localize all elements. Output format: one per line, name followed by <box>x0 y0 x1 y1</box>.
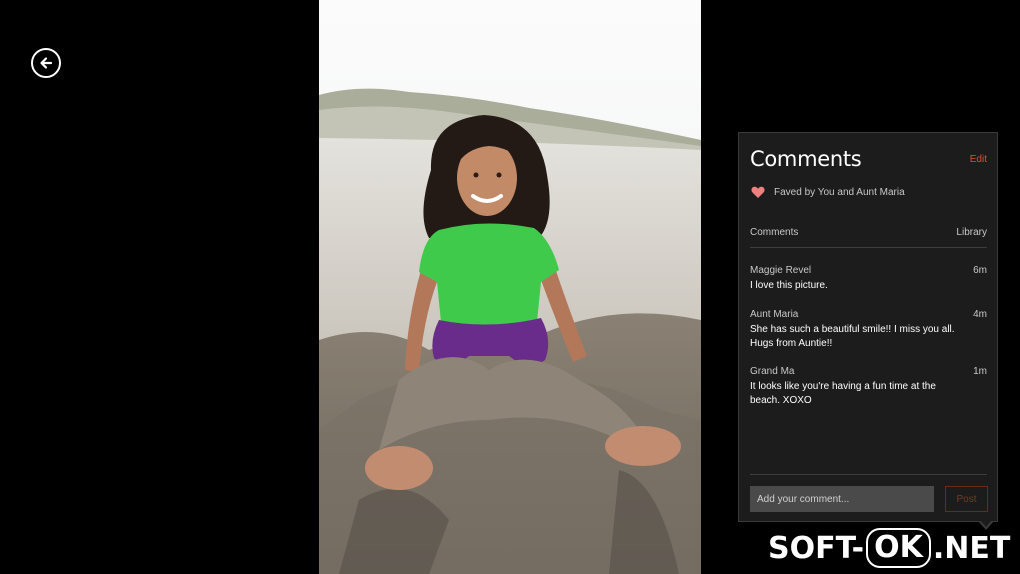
comment-author: Maggie Revel <box>750 265 812 276</box>
tab-comments[interactable]: Comments <box>750 227 798 238</box>
comment-text: I love this picture. <box>750 280 828 291</box>
faved-text: Faved by You and Aunt Maria <box>774 187 905 198</box>
panel-pointer-inner <box>980 520 992 527</box>
edit-link[interactable]: Edit <box>970 154 987 165</box>
comment-item: Grand Ma 1m It looks like you're having … <box>750 366 987 408</box>
watermark: SOFT- OK .NET <box>768 528 1010 568</box>
comment-time: 4m <box>973 309 987 320</box>
comment-text: She has such a beautiful smile!! I miss … <box>750 324 955 349</box>
watermark-part2: OK <box>866 528 931 568</box>
divider <box>750 474 987 475</box>
comment-time: 6m <box>973 265 987 276</box>
divider <box>750 247 987 248</box>
photo-viewer[interactable] <box>319 0 701 574</box>
comment-author: Aunt Maria <box>750 309 799 320</box>
post-button[interactable]: Post <box>945 486 988 512</box>
comment-text: It looks like you're having a fun time a… <box>750 381 936 406</box>
watermark-part3: .NET <box>932 530 1011 566</box>
heart-icon[interactable] <box>751 186 765 199</box>
comments-panel: Comments Edit Faved by You and Aunt Mari… <box>738 132 998 522</box>
comment-item: Maggie Revel 6m I love this picture. <box>750 265 987 293</box>
faved-row: Faved by You and Aunt Maria <box>751 186 905 199</box>
panel-title: Comments <box>750 147 862 171</box>
beach-photo <box>319 0 701 574</box>
back-button[interactable] <box>31 48 61 78</box>
comment-time: 1m <box>973 366 987 377</box>
comments-subheader: Comments Library <box>750 227 987 238</box>
comment-author: Grand Ma <box>750 366 795 377</box>
watermark-part1: SOFT- <box>768 530 865 566</box>
comment-item: Aunt Maria 4m She has such a beautiful s… <box>750 309 987 351</box>
back-arrow-icon <box>40 57 53 69</box>
tab-library[interactable]: Library <box>956 227 987 238</box>
comment-input[interactable] <box>750 486 934 512</box>
